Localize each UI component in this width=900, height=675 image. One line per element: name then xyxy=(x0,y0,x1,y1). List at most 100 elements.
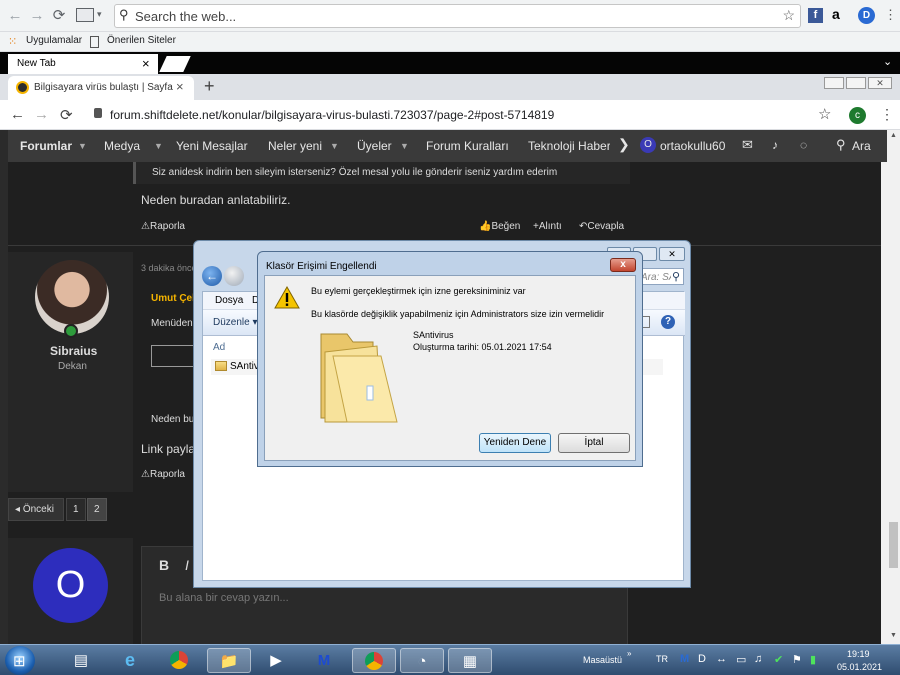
organize-button[interactable]: Düzenle ▾ xyxy=(213,317,258,328)
tray-network-icon[interactable]: ▮ xyxy=(810,653,816,666)
window-tab-icon[interactable] xyxy=(76,8,94,22)
tray-speaker-icon[interactable]: ♫ xyxy=(754,653,762,665)
username[interactable]: ortaokullu60 xyxy=(660,139,725,153)
menu-icon[interactable]: ⋮ xyxy=(880,106,894,123)
post-time[interactable]: 3 dakika önce xyxy=(141,263,197,273)
page-scrollbar[interactable]: ▲ ▼ xyxy=(887,130,900,644)
bell-icon[interactable]: ♪ xyxy=(772,138,778,152)
back-icon[interactable]: ← xyxy=(6,7,24,25)
tab-new-tab[interactable]: New Tab × xyxy=(8,54,158,74)
close-window-button[interactable]: ✕ xyxy=(868,77,892,89)
pagination-page-1[interactable]: 1 xyxy=(66,498,86,521)
profile-avatar[interactable]: c xyxy=(849,107,866,124)
reload-icon[interactable]: ⟳ xyxy=(50,7,68,25)
tray-sync-icon[interactable]: ↔ xyxy=(716,653,727,665)
retry-button[interactable]: Yeniden Dene xyxy=(479,433,551,453)
tab-forum[interactable]: Bilgisayara virüs bulaştı | Sayfa 2 × xyxy=(8,76,194,100)
menu-icon[interactable]: ⋮ xyxy=(884,7,897,23)
poster-avatar[interactable] xyxy=(35,260,109,334)
scroll-up-icon[interactable]: ▲ xyxy=(890,132,897,139)
outer-search-box[interactable]: ⚲ Search the web... ☆ xyxy=(114,4,801,28)
forward-icon[interactable]: → xyxy=(28,7,46,25)
tray-monitor-icon[interactable]: ▭ xyxy=(736,653,746,666)
url-field[interactable]: forum.shiftdelete.net/konular/bilgisayar… xyxy=(110,108,554,122)
bookmark-apps[interactable]: Uygulamalar xyxy=(26,35,82,46)
report-link[interactable]: ⚠Raporla xyxy=(141,469,185,480)
chevron-right-icon[interactable]: ❯ xyxy=(618,136,630,153)
taskbar-explorer-manager-icon[interactable]: ▤ xyxy=(61,648,101,673)
reload-icon[interactable]: ⟳ xyxy=(60,106,73,124)
mail-icon[interactable]: ✉ xyxy=(742,137,753,153)
dialog-close-button[interactable]: x xyxy=(610,258,636,272)
quote-button[interactable]: +Alıntı xyxy=(533,221,562,232)
column-name[interactable]: Ad xyxy=(213,342,225,353)
menu-file[interactable]: Dosya xyxy=(215,295,243,306)
forum-search-label[interactable]: Ara xyxy=(852,139,871,153)
facebook-icon[interactable]: f xyxy=(808,8,823,23)
pagination-prev[interactable]: ◂ Önceki xyxy=(8,498,64,521)
clock-date[interactable]: 05.01.2021 xyxy=(837,662,882,672)
lightbulb-icon[interactable]: ◌ xyxy=(800,138,807,152)
taskbar-media-icon[interactable]: ▶ xyxy=(256,648,296,673)
chevron-right-icon[interactable]: » xyxy=(627,649,631,658)
bookmark-suggested[interactable]: Önerilen Siteler xyxy=(107,35,176,46)
nav-neler-yeni[interactable]: Neler yeni xyxy=(268,139,322,153)
close-icon[interactable]: × xyxy=(176,79,188,94)
forward-icon[interactable] xyxy=(224,266,244,286)
reply-button[interactable]: ↶Cevapla xyxy=(579,221,624,232)
taskbar-network-icon[interactable]: ◔ xyxy=(400,648,444,673)
back-icon[interactable]: ← xyxy=(10,106,25,123)
clock-time[interactable]: 19:19 xyxy=(847,649,870,659)
chevron-down-icon[interactable]: ▼ xyxy=(78,141,87,151)
chevron-down-icon[interactable]: ▼ xyxy=(330,141,339,151)
taskbar-folder-icon[interactable]: 📁 xyxy=(207,648,251,673)
start-button[interactable]: ⊞ xyxy=(5,646,35,675)
taskbar-chrome-active-icon[interactable] xyxy=(352,648,396,673)
language-indicator[interactable]: TR xyxy=(656,654,668,664)
nav-forum-kurallari[interactable]: Forum Kuralları xyxy=(426,139,509,153)
minimize-button[interactable] xyxy=(824,77,844,89)
star-icon[interactable]: ☆ xyxy=(782,7,795,24)
extension-d-icon[interactable]: D xyxy=(858,7,875,24)
report-link[interactable]: ⚠Raporla xyxy=(141,221,185,232)
nav-yeni-mesajlar[interactable]: Yeni Mesajlar xyxy=(176,139,248,153)
tray-flag-icon[interactable]: ⚑ xyxy=(792,653,802,666)
tray-d-icon[interactable]: D xyxy=(698,653,706,665)
quote-author[interactable]: Umut Çel xyxy=(151,293,195,304)
pagination-page-2[interactable]: 2 xyxy=(87,498,107,521)
preview-pane-icon[interactable] xyxy=(642,316,650,328)
back-icon[interactable]: ← xyxy=(202,266,222,286)
nav-forumlar[interactable]: Forumlar xyxy=(20,139,72,153)
bold-button[interactable]: B xyxy=(159,557,169,573)
chevron-down-icon[interactable]: ▾ xyxy=(97,9,102,20)
amazon-icon[interactable]: a xyxy=(832,6,840,22)
taskbar-ie-icon[interactable]: e xyxy=(110,648,150,673)
taskbar-malwarebytes-icon[interactable]: M xyxy=(304,648,344,673)
nav-uyeler[interactable]: Üyeler xyxy=(357,139,392,153)
search-icon[interactable]: ⚲ xyxy=(836,137,846,153)
taskbar-calculator-icon[interactable]: ▦ xyxy=(448,648,492,673)
poster-name[interactable]: Sibraius xyxy=(50,344,97,358)
italic-button[interactable]: I xyxy=(185,557,189,573)
star-icon[interactable]: ☆ xyxy=(818,105,831,123)
scrollbar-thumb[interactable] xyxy=(889,522,898,568)
close-window-button[interactable]: ✕ xyxy=(659,247,685,261)
like-button[interactable]: 👍Beğen xyxy=(479,221,520,232)
new-tab-button[interactable] xyxy=(159,56,191,72)
user-avatar[interactable]: O xyxy=(640,137,656,153)
new-tab-button[interactable]: + xyxy=(204,76,215,97)
close-icon[interactable]: × xyxy=(142,56,150,71)
desktop-toolbar[interactable]: Masaüstü xyxy=(583,655,622,665)
scroll-down-icon[interactable]: ▼ xyxy=(890,632,897,639)
help-icon[interactable]: ? xyxy=(661,315,675,329)
chevron-down-icon[interactable]: ⌄ xyxy=(883,55,892,68)
tray-malwarebytes-icon[interactable]: M xyxy=(680,653,689,665)
taskbar-chrome-icon[interactable] xyxy=(159,648,199,673)
tray-check-icon[interactable]: ✔ xyxy=(774,653,783,666)
cancel-button[interactable]: İptal xyxy=(558,433,630,453)
forward-icon[interactable]: → xyxy=(34,106,49,123)
nav-medya[interactable]: Medya xyxy=(104,139,140,153)
explorer-search[interactable]: Ara: SAntivirüs ⚲ xyxy=(638,268,684,285)
chevron-down-icon[interactable]: ▼ xyxy=(400,141,409,151)
nav-teknoloji-haber[interactable]: Teknoloji Haber xyxy=(528,139,610,153)
